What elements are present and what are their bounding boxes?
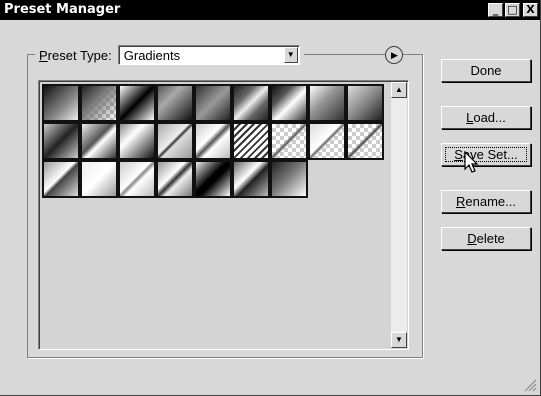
gradient-swatch[interactable] (118, 84, 156, 122)
gradient-swatch[interactable] (232, 122, 270, 160)
gradient-swatch[interactable] (118, 160, 156, 198)
gradient-swatch[interactable] (156, 84, 194, 122)
title-bar[interactable]: Preset Manager _ □ X (0, 0, 540, 20)
gradient-swatch[interactable] (156, 160, 194, 198)
gradient-swatch[interactable] (80, 84, 118, 122)
gradient-swatch[interactable] (194, 122, 232, 160)
gradient-swatch[interactable] (308, 84, 346, 122)
preset-type-label: Preset Type: (39, 47, 112, 63)
gradient-swatch[interactable] (42, 160, 80, 198)
scroll-down-arrow-icon[interactable]: ▼ (391, 332, 407, 348)
preset-type-row: Preset Type: Gradients ▼ (35, 44, 304, 66)
gradient-grid (42, 84, 384, 198)
gradient-swatch[interactable] (232, 160, 270, 198)
gradient-swatch[interactable] (346, 122, 384, 160)
preset-manager-window: Preset Manager _ □ X Preset Type: Gradie… (0, 0, 541, 396)
gradient-swatch[interactable] (156, 122, 194, 160)
minimize-button[interactable]: _ (488, 3, 503, 17)
close-button[interactable]: X (523, 3, 538, 17)
load-button[interactable]: Load... (441, 106, 531, 129)
gradient-swatch[interactable] (346, 84, 384, 122)
delete-button[interactable]: Delete (441, 227, 531, 250)
window-title: Preset Manager (4, 2, 121, 17)
preset-type-value: Gradients (123, 48, 181, 63)
resize-grip-icon[interactable] (523, 378, 537, 392)
gradient-swatch[interactable] (308, 122, 346, 160)
gradient-swatch[interactable] (118, 122, 156, 160)
gradient-swatch[interactable] (194, 160, 232, 198)
preset-type-dropdown[interactable]: Gradients ▼ (117, 45, 300, 65)
done-button[interactable]: Done (441, 59, 531, 82)
gradient-preset-list[interactable]: ▲ ▼ (38, 80, 409, 350)
vertical-scrollbar[interactable]: ▲ ▼ (391, 82, 407, 348)
gradient-swatch[interactable] (80, 160, 118, 198)
gradient-swatch[interactable] (80, 122, 118, 160)
mouse-pointer-icon (464, 151, 479, 173)
scroll-up-arrow-icon[interactable]: ▲ (391, 82, 407, 98)
gradient-swatch[interactable] (42, 122, 80, 160)
maximize-button[interactable]: □ (505, 3, 520, 17)
rename-button[interactable]: Rename... (441, 190, 531, 213)
gradient-swatch[interactable] (270, 160, 308, 198)
gradient-swatch[interactable] (42, 84, 80, 122)
dropdown-arrow-icon[interactable]: ▼ (283, 47, 298, 63)
gradient-swatch[interactable] (270, 122, 308, 160)
circle-arrow-icon[interactable]: ▶ (385, 46, 403, 64)
gradient-swatch[interactable] (232, 84, 270, 122)
gradient-swatch[interactable] (270, 84, 308, 122)
gradient-swatch[interactable] (194, 84, 232, 122)
save-set-button[interactable]: Save Set... (441, 143, 531, 166)
